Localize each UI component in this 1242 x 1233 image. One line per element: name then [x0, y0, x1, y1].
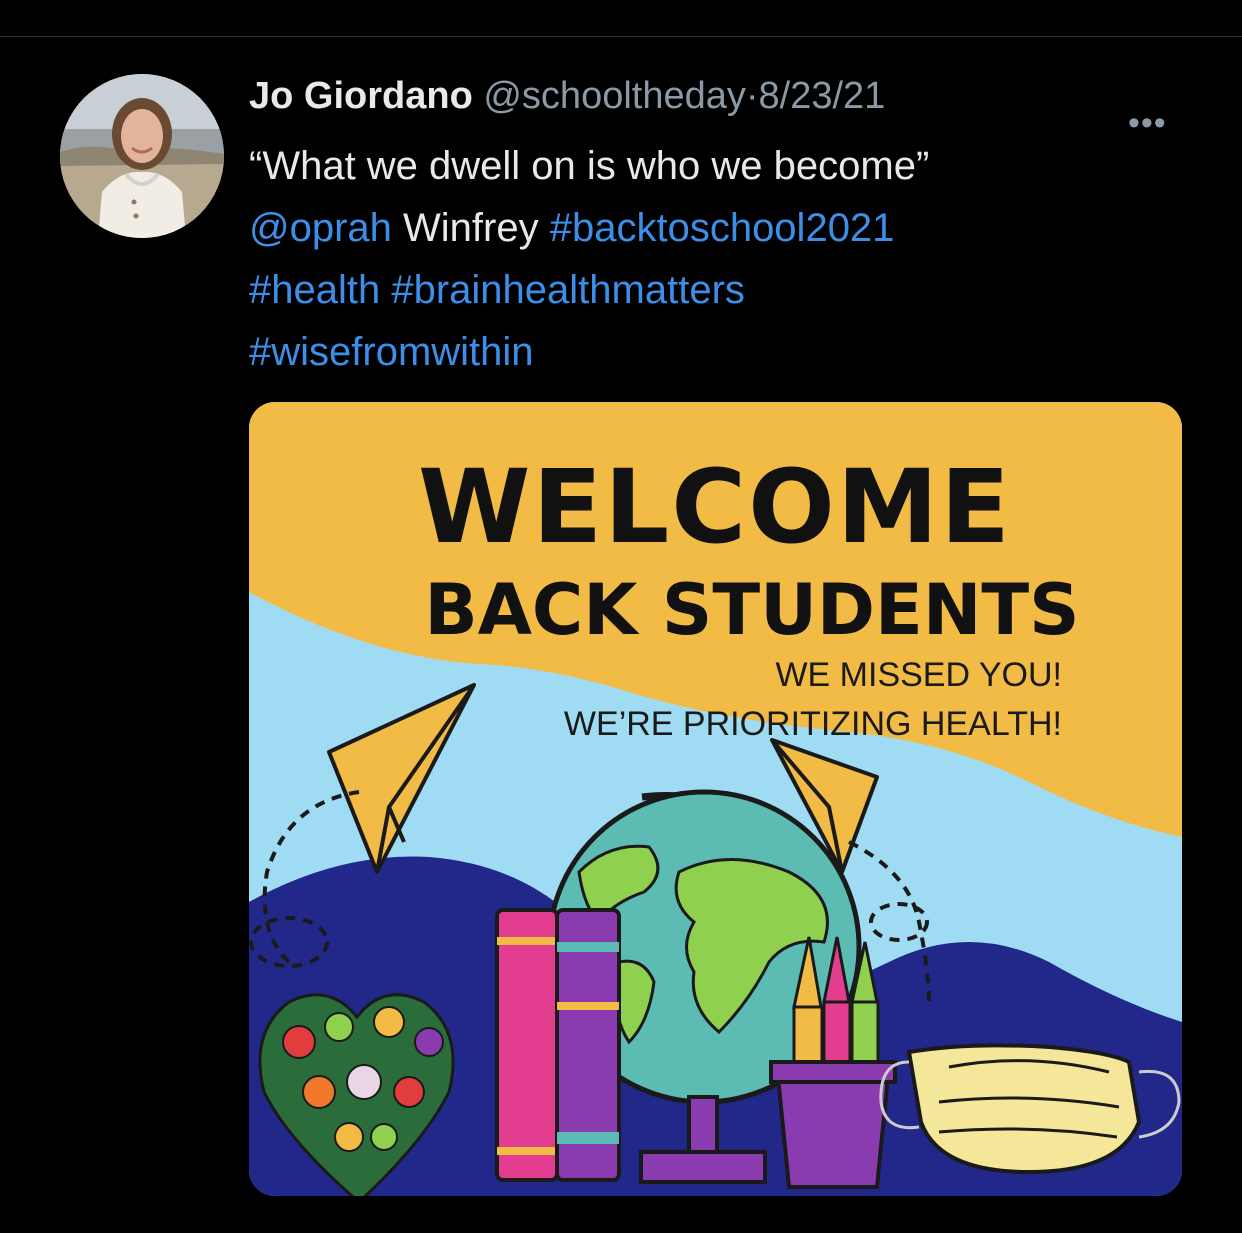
author-name[interactable]: Jo Giordano — [249, 75, 473, 117]
tweet-image[interactable]: WELCOME BACK STUDENTS WE MISSED YOU! WE’… — [249, 402, 1182, 1196]
quote-line: “What we dwell on is who we become” — [249, 144, 930, 188]
hashtag-line: #health #brainhealthmatters — [249, 259, 1149, 321]
more-horizontal-icon[interactable]: ••• — [1128, 106, 1167, 140]
mention-link[interactable]: @oprah — [249, 206, 392, 250]
mention-suffix: Winfrey — [391, 206, 550, 250]
books-icon — [495, 908, 621, 1182]
poster-title-line2: BACK STUDENTS — [424, 569, 1079, 651]
hashtag-line: #wisefromwithin — [249, 321, 1149, 383]
hashtag-link[interactable]: #backtoschool2021 — [550, 206, 895, 250]
tweet-date[interactable]: 8/23/21 — [759, 75, 886, 117]
poster-subline1: WE MISSED YOU! — [775, 656, 1062, 694]
separator-dot: · — [745, 75, 759, 117]
author-avatar[interactable] — [60, 74, 224, 238]
author-handle[interactable]: @schooltheday — [483, 75, 746, 117]
poster-subline2: WE’RE PRIORITIZING HEALTH! — [564, 705, 1062, 743]
tweet-text: “What we dwell on is who we become” @opr… — [249, 135, 1149, 383]
poster-title-line1: WELCOME — [418, 448, 1012, 567]
mention-line: @oprah Winfrey #backtoschool2021 — [249, 197, 1149, 259]
tweet-header: Jo Giordano @schooltheday·8/23/21 — [249, 73, 885, 119]
hashtag-link[interactable]: #health — [249, 268, 380, 312]
tweet[interactable]: Jo Giordano @schooltheday·8/23/21 ••• “W… — [0, 37, 1242, 1233]
hashtag-link[interactable]: #brainhealthmatters — [391, 268, 745, 312]
hashtag-link[interactable]: #wisefromwithin — [249, 330, 534, 374]
